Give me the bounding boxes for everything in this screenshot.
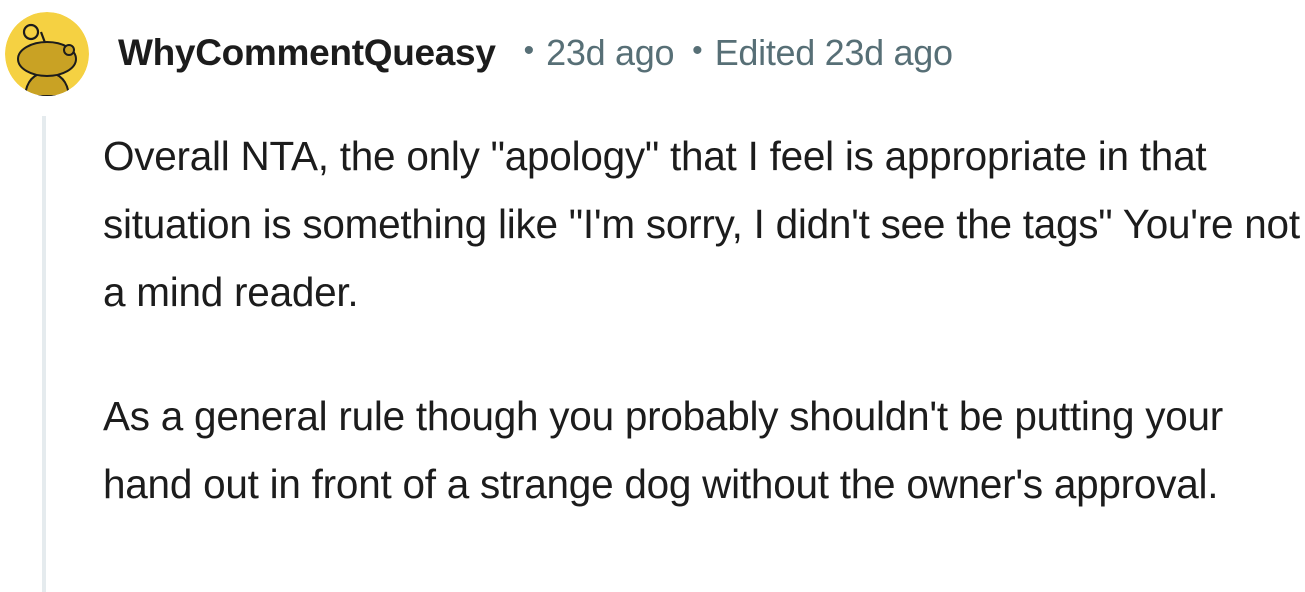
comment-header: WhyCommentQueasy • 23d ago • Edited 23d … — [118, 28, 953, 78]
comment: WhyCommentQueasy • 23d ago • Edited 23d … — [0, 0, 1305, 592]
meta-separator: • — [692, 34, 703, 67]
user-avatar[interactable] — [5, 12, 89, 96]
meta-separator: • — [523, 34, 535, 67]
edited-timestamp: Edited 23d ago — [714, 32, 953, 73]
comment-paragraph: Overall NTA, the only "apology" that I f… — [103, 133, 1300, 315]
thread-collapse-line[interactable] — [42, 116, 46, 592]
comment-paragraph: As a general rule though you probably sh… — [103, 393, 1224, 507]
reddit-snoo-avatar-icon — [5, 12, 89, 96]
comment-timestamp[interactable]: 23d ago — [546, 32, 674, 74]
username-link[interactable]: WhyCommentQueasy — [118, 32, 496, 74]
comment-body: Overall NTA, the only "apology" that I f… — [103, 122, 1303, 518]
